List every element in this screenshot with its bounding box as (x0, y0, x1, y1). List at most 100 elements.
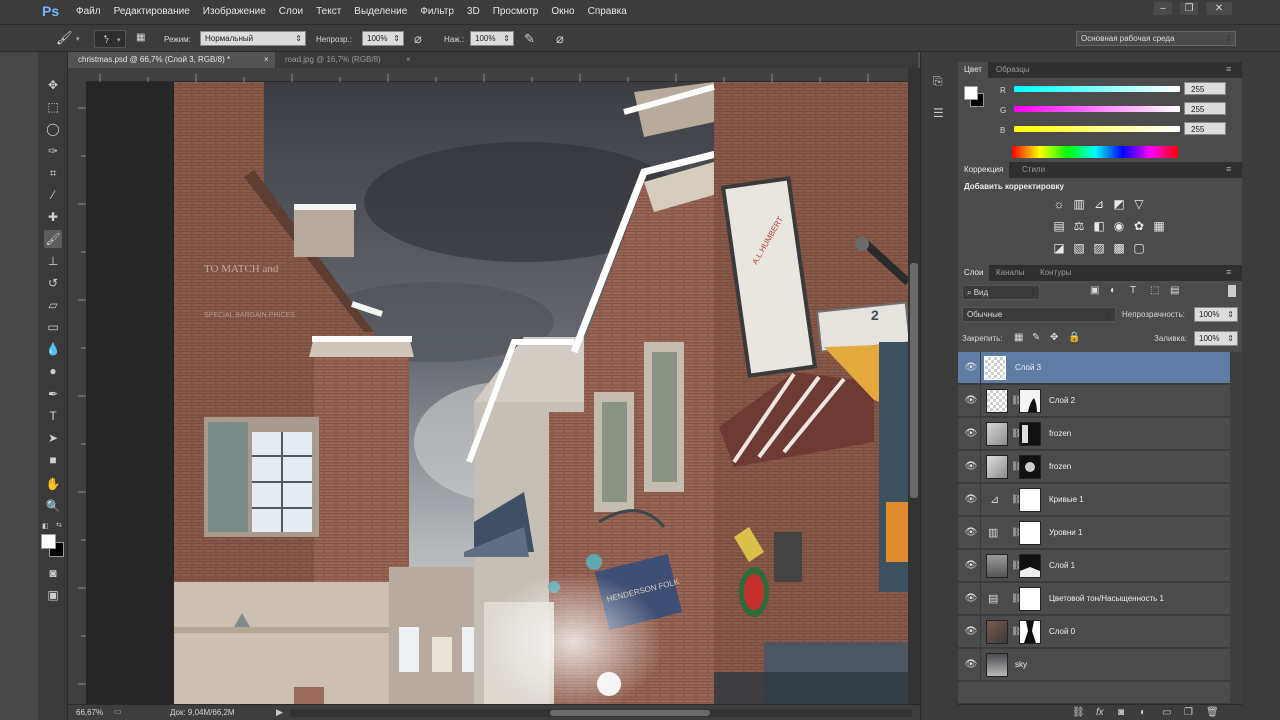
history-brush-icon[interactable]: ↺ (44, 274, 62, 292)
layer-style-icon[interactable]: fx (1096, 707, 1104, 718)
flow-input[interactable]: 100% (470, 31, 514, 46)
lock-all-icon[interactable]: 🔒 (1068, 332, 1080, 343)
selective-color-icon[interactable]: ▢ (1132, 242, 1146, 255)
pressure-size-icon[interactable]: ⌀ (556, 31, 564, 47)
visibility-eye-icon[interactable]: 👁 (964, 560, 978, 572)
document-canvas[interactable]: TO MATCH and SPECIAL BARGAIN PRICES A.L.… (174, 82, 908, 704)
screen-mode-icon[interactable]: ▣ (44, 586, 62, 604)
curves-icon[interactable]: ⊿ (1092, 198, 1106, 211)
properties-panel-icon[interactable]: ☰ (933, 106, 944, 120)
menu-image[interactable]: Изображение (203, 6, 266, 17)
channel-b-slider[interactable] (1014, 126, 1180, 132)
healing-brush-icon[interactable]: ✚ (44, 208, 62, 226)
doc-tab-christmas[interactable]: christmas.psd @ 66,7% (Слой 3, RGB/8) * … (68, 52, 275, 68)
layer-row[interactable]: 👁 ⛓ Слой 1 (958, 550, 1230, 582)
lasso-tool-icon[interactable]: ◯ (44, 120, 62, 138)
layer-row[interactable]: 👁 ▤ ⛓ Цветовой тон/Насыщенность 1 (958, 583, 1230, 615)
tool-preset-chevron-icon[interactable]: ▾ (76, 35, 80, 43)
add-mask-icon[interactable]: ◙ (1118, 707, 1124, 718)
layer-mask-thumbnail[interactable] (1019, 521, 1041, 545)
path-select-icon[interactable]: ➤ (44, 429, 62, 447)
mode-select[interactable]: Нормальный (200, 31, 306, 46)
filter-smart-object-icon[interactable]: ▤ (1170, 285, 1179, 296)
default-colors-icon[interactable]: ◧ (42, 522, 49, 530)
gradient-map-icon[interactable]: ▩ (1112, 242, 1126, 255)
menu-type[interactable]: Текст (316, 6, 341, 17)
status-menu-arrow-icon[interactable]: ▶ (276, 707, 283, 718)
vibrance-icon[interactable]: ▽ (1132, 198, 1146, 211)
layer-row[interactable]: 👁 ⛓ frozen (958, 451, 1230, 483)
marquee-tool-icon[interactable]: ⬚ (44, 98, 62, 116)
menu-filter[interactable]: Фильтр (420, 6, 454, 17)
visibility-eye-icon[interactable]: 👁 (964, 362, 978, 374)
layer-row[interactable]: 👁 Слой 3 (958, 352, 1230, 384)
brush-tool-icon[interactable]: 🖌 (56, 30, 73, 46)
tab-paths[interactable]: Контуры (1034, 265, 1077, 281)
layer-mask-thumbnail[interactable] (1019, 455, 1041, 479)
filter-type-icon[interactable]: T (1130, 285, 1136, 296)
brush-tool-icon[interactable]: 🖌 (44, 230, 62, 248)
color-spectrum-bar[interactable] (1012, 146, 1178, 158)
menu-file[interactable]: Файл (76, 6, 101, 17)
new-layer-icon[interactable]: ❐ (1184, 707, 1193, 718)
color-balance-icon[interactable]: ⚖ (1072, 220, 1086, 233)
panel-menu-icon[interactable]: ≡ (1226, 164, 1231, 174)
layers-scrollbar[interactable] (1230, 352, 1242, 704)
tab-adjustments[interactable]: Коррекция (958, 162, 1010, 178)
channel-b-value[interactable]: 255 (1184, 122, 1226, 135)
layer-mask-thumbnail[interactable] (1019, 389, 1041, 413)
hue-saturation-icon[interactable]: ▤ (1052, 220, 1066, 233)
pressure-opacity-icon[interactable]: ⌀ (414, 31, 422, 47)
tab-layers[interactable]: Слои (958, 265, 990, 281)
lock-image-icon[interactable]: ✎ (1032, 332, 1040, 343)
channel-r-slider[interactable] (1014, 86, 1180, 92)
gradient-tool-icon[interactable]: ▭ (44, 318, 62, 336)
quick-mask-icon[interactable]: ◙ (44, 564, 62, 582)
stamp-tool-icon[interactable]: ⊥ (44, 252, 62, 270)
menu-select[interactable]: Выделение (354, 6, 407, 17)
layer-mask-thumbnail[interactable] (1019, 587, 1041, 611)
history-panel-icon[interactable]: ⎘ (933, 74, 943, 89)
color-lookup-icon[interactable]: ▦ (1152, 220, 1166, 233)
layer-mask-thumbnail[interactable] (1019, 620, 1041, 644)
layer-row[interactable]: 👁 ⊿ ⛓ Кривые 1 (958, 484, 1230, 516)
pen-tool-icon[interactable]: ✒ (44, 385, 62, 403)
new-group-icon[interactable]: ▭ (1162, 707, 1171, 718)
hand-tool-icon[interactable]: ✋ (44, 475, 62, 493)
link-layers-icon[interactable]: ⛓ (1072, 707, 1085, 718)
zoom-level[interactable]: 66,67% (76, 708, 103, 717)
layer-mask-thumbnail[interactable] (1019, 488, 1041, 512)
layer-row[interactable]: 👁 ⛓ frozen (958, 418, 1230, 450)
eyedropper-tool-icon[interactable]: ⁄ (44, 186, 62, 204)
panel-menu-icon[interactable]: ≡ (1226, 267, 1231, 277)
close-tab-icon[interactable]: × (406, 52, 411, 68)
close-tab-icon[interactable]: × (264, 52, 269, 68)
layer-mask-thumbnail[interactable] (1019, 422, 1041, 446)
zoom-tool-icon[interactable]: 🔍 (44, 497, 62, 515)
filter-toggle[interactable] (1228, 285, 1236, 297)
lock-position-icon[interactable]: ✥ (1050, 332, 1058, 343)
quick-select-tool-icon[interactable]: ✑ (44, 142, 62, 160)
layer-row[interactable]: 👁 ⛓ Слой 2 (958, 385, 1230, 417)
shape-tool-icon[interactable]: ■ (44, 451, 62, 469)
eraser-tool-icon[interactable]: ▱ (44, 296, 62, 314)
opacity-input[interactable]: 100% (362, 31, 404, 46)
menu-window[interactable]: Окно (551, 6, 574, 17)
workspace-select[interactable]: Основная рабочая среда (1076, 31, 1236, 46)
filter-shape-icon[interactable]: ⬚ (1150, 285, 1159, 296)
tab-color[interactable]: Цвет (958, 62, 988, 78)
foreground-color-swatch[interactable] (41, 534, 56, 549)
tab-styles[interactable]: Стили (1016, 162, 1051, 178)
tab-channels[interactable]: Каналы (990, 265, 1030, 281)
levels-icon[interactable]: ▥ (1072, 198, 1086, 211)
panel-menu-icon[interactable]: ≡ (1226, 64, 1231, 74)
type-tool-icon[interactable]: T (44, 407, 62, 425)
airbrush-icon[interactable]: ✎ (524, 31, 535, 47)
tab-swatches[interactable]: Образцы (990, 62, 1036, 78)
layer-row[interactable]: 👁 sky (958, 649, 1230, 681)
layer-row[interactable]: 👁 ⛓ Слой 0 (958, 616, 1230, 648)
filter-adjustment-icon[interactable]: ◐ (1110, 285, 1116, 296)
horizontal-scrollbar[interactable] (290, 709, 912, 717)
lock-transparent-icon[interactable]: ▦ (1014, 332, 1023, 343)
blend-mode-select[interactable]: Обычные (962, 307, 1116, 322)
